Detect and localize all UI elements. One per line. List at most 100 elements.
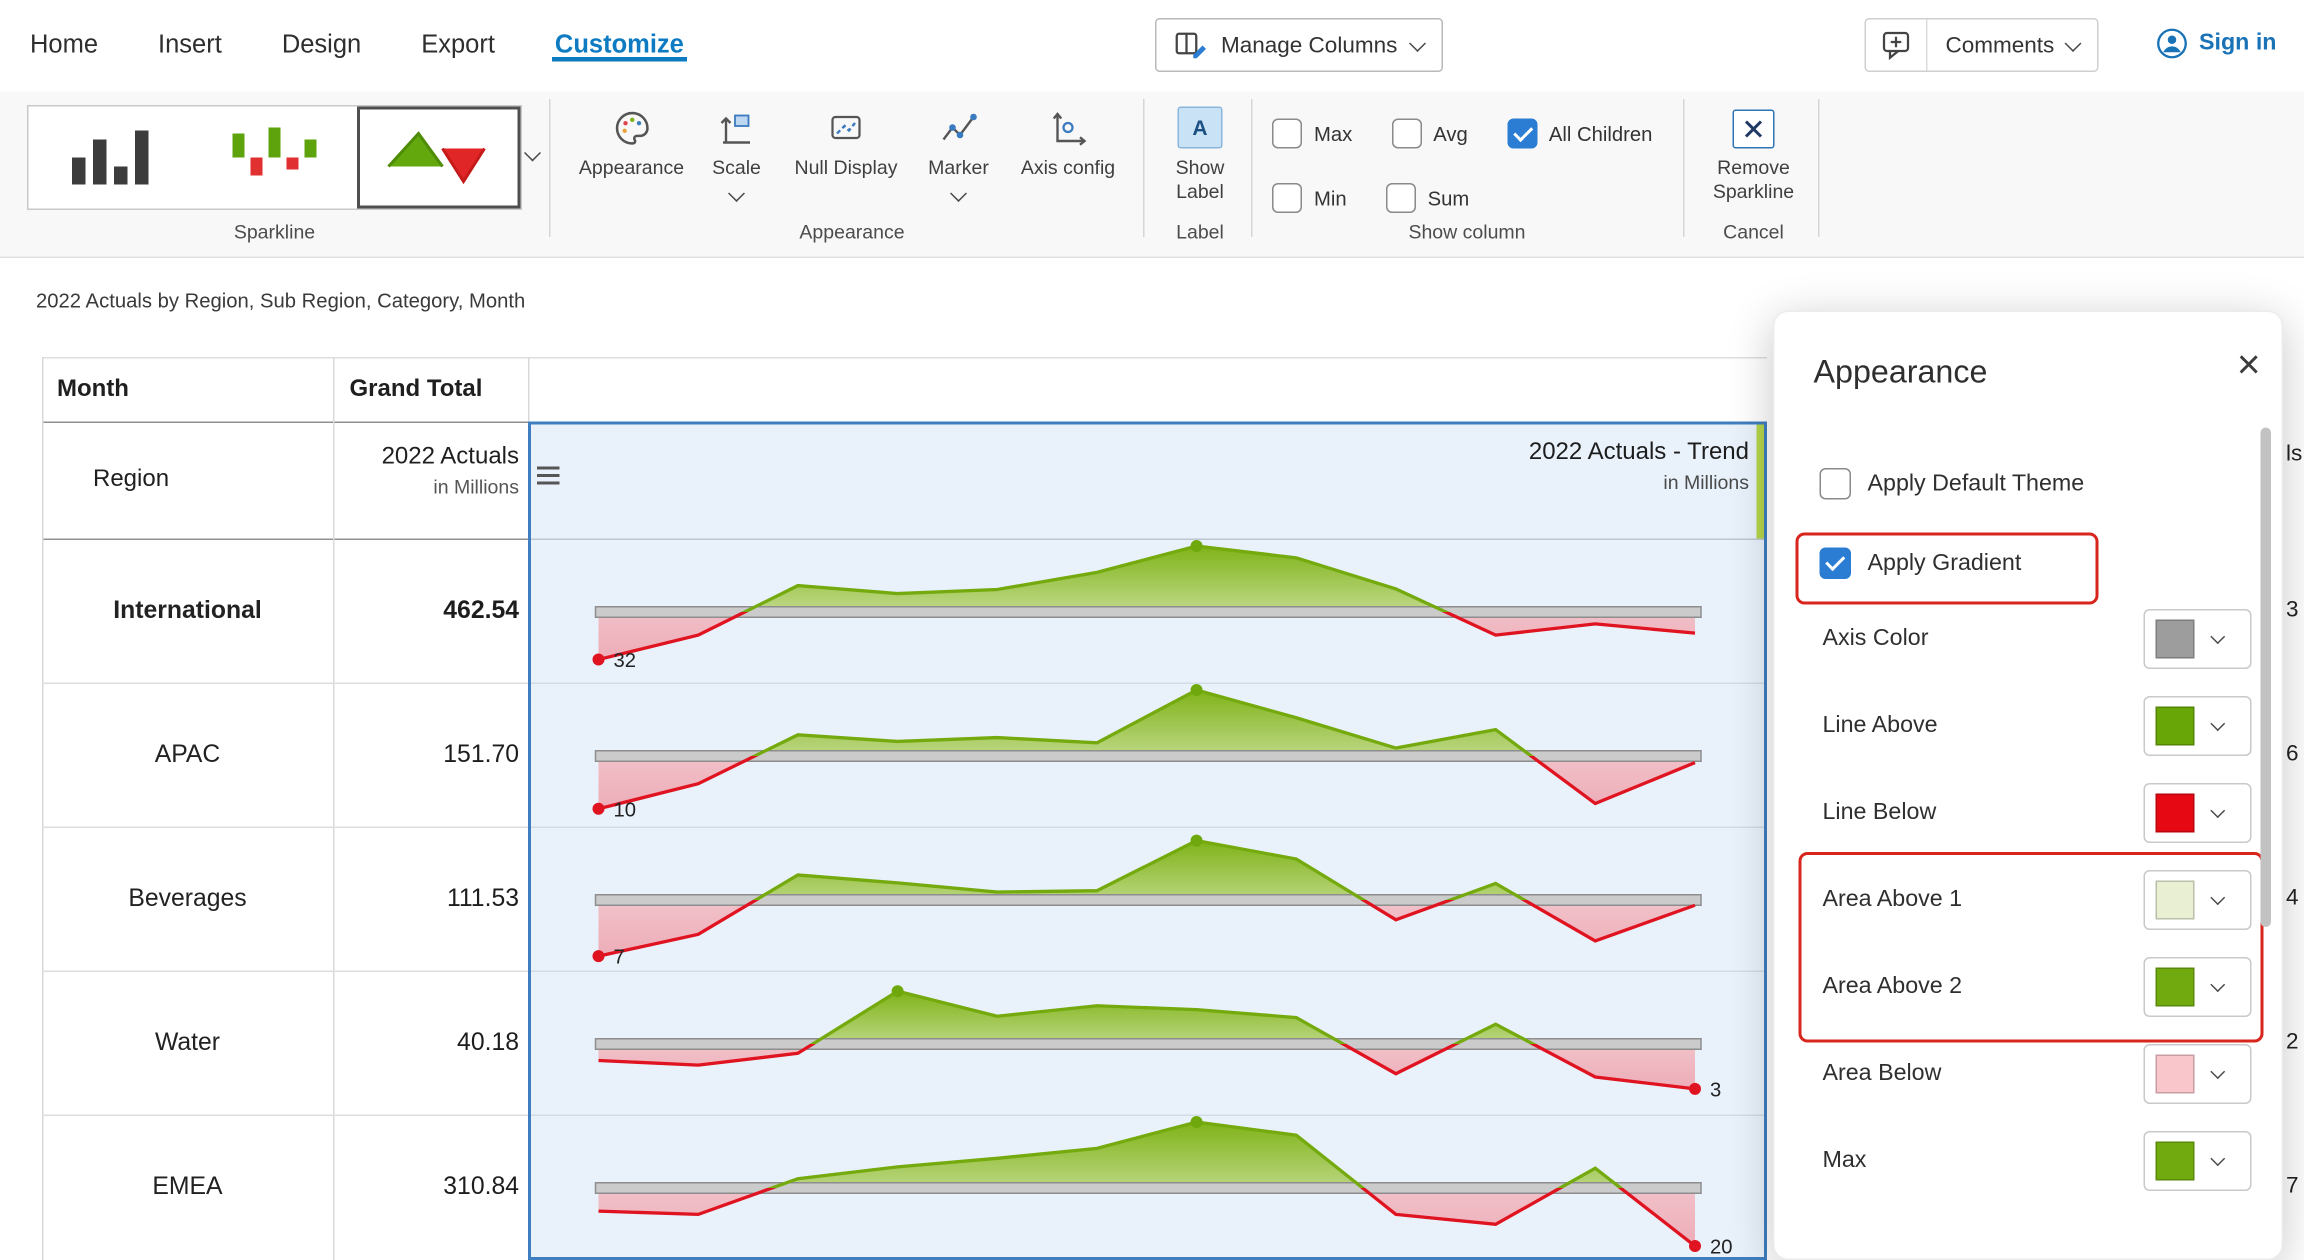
color-row-label: Line Below [1823, 776, 1937, 851]
ribbon-divider [1818, 99, 1820, 237]
color-dropdown-area-above-1[interactable] [2144, 870, 2252, 930]
panel-option-apply-default-theme[interactable]: Apply Default Theme [1820, 468, 2085, 500]
panel-title: Appearance [1814, 354, 1988, 392]
sparkline-type-winloss-thumbnail[interactable] [192, 107, 356, 209]
color-dropdown-line-below[interactable] [2144, 783, 2252, 843]
color-dropdown-axis-color[interactable] [2144, 609, 2252, 669]
winloss-sparkline-icon [226, 122, 322, 194]
trend-sparkline-icon [381, 122, 495, 194]
show-label-button[interactable]: A Show Label [1158, 107, 1242, 203]
sparkline-international[interactable]: 32 [531, 539, 1764, 685]
color-dropdown-area-above-2[interactable] [2144, 957, 2252, 1017]
column-highlight-bar [1757, 425, 1765, 539]
checkbox-all-children[interactable]: All Children [1507, 119, 1653, 149]
comments-label: Comments [1928, 32, 2067, 58]
color-swatch [2156, 1142, 2195, 1181]
corner-header-month: Month [42, 357, 333, 422]
color-swatch [2156, 794, 2195, 833]
trend-column-subtitle: in Millions [1529, 471, 1749, 494]
manage-columns-button[interactable]: Manage Columns [1155, 18, 1442, 72]
axis-config-icon [1007, 107, 1130, 149]
color-dropdown-max[interactable] [2144, 1131, 2252, 1191]
table-border [42, 683, 528, 685]
appearance-group-caption: Appearance [575, 221, 1130, 244]
scale-icon [698, 107, 776, 149]
checkbox-avg[interactable]: Avg [1391, 119, 1468, 149]
panel-option-apply-gradient[interactable]: Apply Gradient [1820, 548, 2022, 580]
checkbox-box[interactable] [1386, 183, 1416, 213]
comments-control[interactable]: Comments [1865, 18, 2098, 72]
chevron-down-icon[interactable] [728, 185, 745, 202]
sparkline-beverages[interactable]: 7 [531, 827, 1764, 973]
row-value-beverages: 111.53 [333, 827, 528, 971]
cancel-group-caption: Cancel [1701, 221, 1806, 244]
menu-home[interactable]: Home [27, 0, 101, 62]
marker-button[interactable]: Marker [917, 107, 1001, 205]
show-label-icon: A [1178, 107, 1223, 149]
checkbox-box[interactable] [1820, 548, 1852, 580]
sparkline-type-trend-thumbnail[interactable] [356, 107, 520, 209]
main-menu: Home Insert Design Export Customize [27, 0, 687, 92]
svg-text:10: 10 [614, 799, 637, 821]
chevron-down-icon[interactable] [950, 185, 967, 202]
remove-x-icon [1733, 110, 1775, 149]
drag-handle-icon[interactable] [537, 467, 560, 470]
sign-in-button[interactable]: Sign in [2156, 27, 2277, 60]
checkbox-label: Max [1314, 122, 1352, 145]
checkbox-box[interactable] [1272, 119, 1302, 149]
group-header-grand-total: Grand Total [333, 357, 528, 422]
sparkline-emea[interactable]: 20 [531, 1115, 1764, 1260]
clipped-column-fragment: 6 [2286, 741, 2304, 768]
checkbox-label: Avg [1433, 122, 1468, 145]
axis-config-button[interactable]: Axis config [1007, 107, 1130, 179]
scale-button[interactable]: Scale [698, 107, 776, 205]
checkbox-label: All Children [1549, 122, 1653, 145]
sparkline-apac[interactable]: 10 [531, 683, 1764, 829]
checkbox-label: Sum [1428, 187, 1470, 210]
chevron-down-icon [1408, 34, 1425, 51]
user-circle-icon [2156, 27, 2189, 60]
checkbox-box[interactable] [1507, 119, 1537, 149]
null-display-icon [782, 107, 911, 149]
gallery-chevron-down-icon[interactable] [524, 145, 541, 162]
color-dropdown-area-below[interactable] [2144, 1044, 2252, 1104]
close-icon[interactable]: × [2237, 342, 2261, 387]
ribbon-toolbar: Sparkline Appearance [0, 92, 2304, 259]
checkbox-max[interactable]: Max [1272, 119, 1352, 149]
remove-sparkline-button[interactable]: Remove Sparkline [1701, 107, 1806, 203]
row-label-beverages: Beverages [42, 827, 333, 971]
sparkline-type-gallery [27, 105, 522, 210]
add-comment-icon[interactable] [1866, 20, 1928, 71]
color-row-label: Area Below [1823, 1037, 1942, 1112]
menu-export[interactable]: Export [418, 0, 498, 62]
palette-icon [575, 107, 689, 149]
color-swatch [2156, 968, 2195, 1007]
checkbox-box[interactable] [1820, 468, 1852, 500]
svg-text:20: 20 [1710, 1237, 1733, 1259]
menu-design[interactable]: Design [279, 0, 364, 62]
menu-insert[interactable]: Insert [155, 0, 225, 62]
chevron-down-icon [2210, 1151, 2225, 1166]
panel-scrollbar[interactable] [2261, 428, 2272, 928]
chevron-down-icon [2210, 629, 2225, 644]
trend-column-header: 2022 Actuals - Trend in Millions [1529, 440, 1749, 494]
appearance-button[interactable]: Appearance [575, 107, 689, 179]
checkbox-box[interactable] [1391, 119, 1421, 149]
chevron-down-icon [2210, 1064, 2225, 1079]
label-group-caption: Label [1158, 221, 1242, 244]
color-dropdown-line-above[interactable] [2144, 696, 2252, 756]
ribbon-divider [1683, 99, 1685, 237]
sparkline-type-column-thumbnail[interactable] [29, 107, 193, 209]
null-display-button[interactable]: Null Display [782, 107, 911, 179]
color-row-label: Line Above [1823, 689, 1938, 764]
checkbox-sum[interactable]: Sum [1386, 183, 1470, 213]
color-row-label: Max [1823, 1124, 1867, 1199]
checkbox-box[interactable] [1272, 183, 1302, 213]
checkbox-min[interactable]: Min [1272, 183, 1347, 213]
color-row-label: Axis Color [1823, 602, 1929, 677]
sparkline-column-selection[interactable]: 2022 Actuals - Trend in Millions 32 [528, 422, 1767, 1260]
table-border [42, 827, 528, 829]
color-swatch [2156, 881, 2195, 920]
sparkline-water[interactable]: 3 [531, 971, 1764, 1117]
menu-customize[interactable]: Customize [552, 0, 687, 62]
